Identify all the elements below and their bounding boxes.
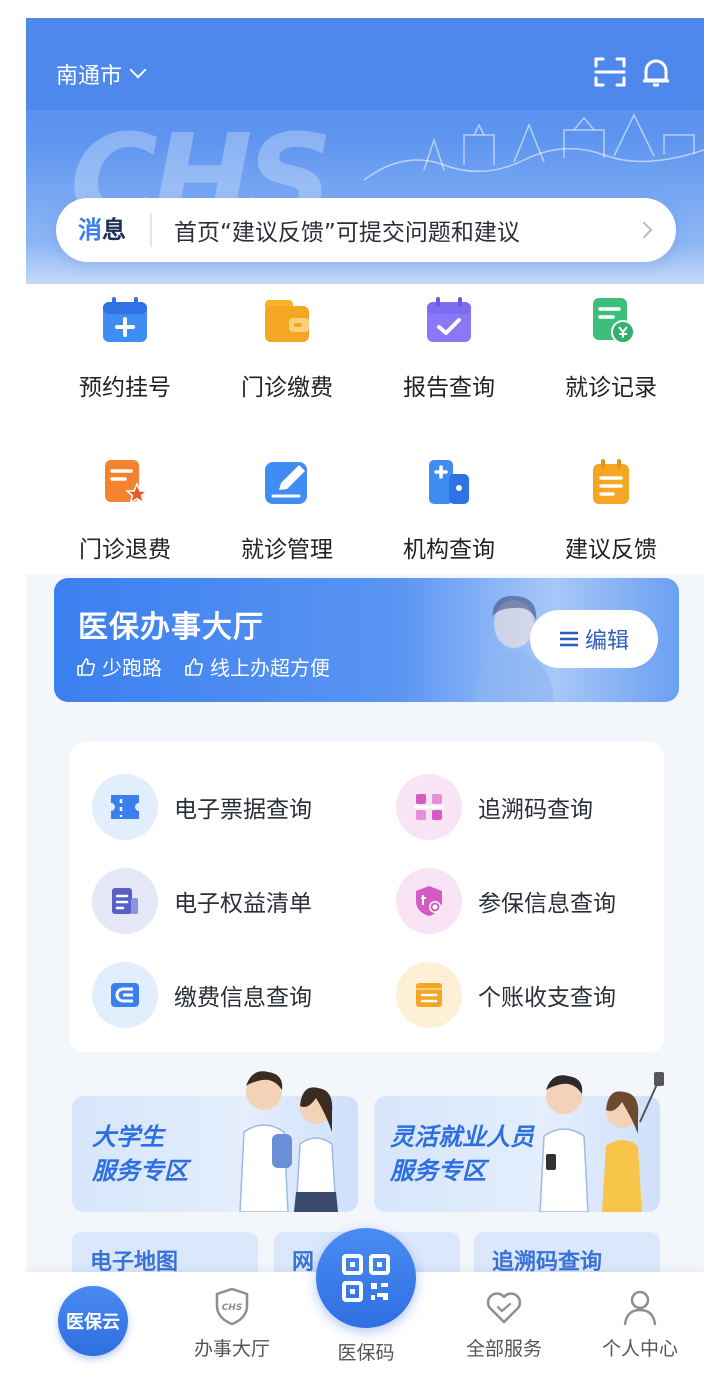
service-hall-banner[interactable]: 医保办事大厅 少跑路 线上办超方便 编辑 (54, 578, 679, 702)
ticket-icon (92, 774, 158, 840)
edit-icon (265, 462, 307, 504)
notice-text: 首页“建议反馈”可提交问题和建议 (174, 220, 520, 246)
trace-code-icon (396, 774, 462, 840)
grid-item-report-query[interactable]: 报告查询 (374, 294, 524, 402)
scan-icon[interactable] (592, 54, 628, 90)
user-icon (623, 1290, 657, 1326)
heart-icon (486, 1292, 522, 1324)
service-label: 电子票据查询 (174, 797, 312, 823)
calendar-plus-icon (103, 297, 147, 342)
list-doc-icon (92, 868, 158, 934)
service-account-balance[interactable]: 个账收支查询 (396, 960, 616, 1030)
svg-text:CHS: CHS (222, 1303, 243, 1313)
grid-label: 就诊记录 (565, 375, 657, 401)
nav-label: 个人中心 (601, 1338, 678, 1360)
grid-item-visit-management[interactable]: 就诊管理 (212, 456, 362, 564)
menu-lines-icon (559, 631, 578, 647)
edit-label: 编辑 (584, 629, 629, 654)
zone-title: 大学生 服务专区 (92, 1120, 188, 1188)
nav-personal-center[interactable]: 个人中心 (580, 1272, 700, 1380)
hall-subtitle: 少跑路 线上办超方便 (76, 652, 330, 681)
grid-item-appointment[interactable]: 预约挂号 (50, 294, 200, 402)
chevron-right-icon (635, 221, 653, 239)
service-trace-code[interactable]: 追溯码查询 (396, 772, 593, 842)
medical-insurance-qr-button[interactable] (316, 1228, 416, 1328)
payment-card-icon (92, 962, 158, 1028)
grid-item-visit-records[interactable]: 就诊记录 (536, 294, 686, 402)
wallet-icon (265, 300, 309, 342)
hall-title: 医保办事大厅 (78, 610, 264, 645)
service-label: 电子权益清单 (174, 891, 312, 917)
grid-item-outpatient-payment[interactable]: 门诊缴费 (212, 294, 362, 402)
workers-illustration (539, 1072, 664, 1212)
service-label: 个账收支查询 (478, 985, 616, 1011)
service-insurance-info[interactable]: 参保信息查询 (396, 866, 616, 936)
zone-title-line1: 灵活就业人员 (390, 1123, 534, 1151)
service-label: 追溯码查询 (478, 797, 593, 823)
grid-label: 机构查询 (403, 537, 495, 563)
nav-cloud-button[interactable]: 医保云 (58, 1286, 128, 1356)
clipboard-icon (593, 459, 629, 504)
function-grid: 预约挂号 门诊缴费 报告查询 就诊记录 门诊退费 就诊管理 机构查询 建议反馈 (26, 284, 704, 574)
grid-label: 报告查询 (403, 375, 495, 401)
edit-button[interactable]: 编辑 (530, 610, 658, 668)
thumbs-up-icon (185, 657, 203, 676)
grid-item-feedback[interactable]: 建议反馈 (536, 456, 686, 564)
insurance-shield-icon (396, 868, 462, 934)
qr-label: 医保码 (337, 1342, 395, 1364)
grid-label: 门诊缴费 (241, 375, 333, 401)
grid-item-institution-query[interactable]: 机构查询 (374, 456, 524, 564)
nav-label: 办事大厅 (193, 1338, 270, 1360)
bell-icon[interactable] (638, 54, 674, 90)
service-label: 缴费信息查询 (174, 985, 312, 1011)
city-label: 南通市 (56, 64, 123, 89)
zone-title-line2: 服务专区 (390, 1157, 486, 1185)
notice-tag-rest: 息 (102, 216, 126, 244)
thumbs-up-icon (77, 657, 95, 676)
shield-chs-icon: CHS (215, 1287, 249, 1326)
notice-tag: 消息 (56, 213, 152, 247)
notice-bar[interactable]: 消息 首页“建议反馈”可提交问题和建议 (56, 198, 676, 262)
flexible-employment-zone[interactable]: 灵活就业人员 服务专区 (374, 1072, 664, 1212)
hall-sub-2: 线上办超方便 (210, 656, 330, 680)
qr-code-icon (342, 1254, 390, 1302)
service-label: 参保信息查询 (478, 891, 616, 917)
calendar-check-icon (427, 297, 471, 342)
city-selector[interactable]: 南通市 (56, 58, 147, 90)
building-icon (429, 460, 469, 504)
service-rights-list[interactable]: 电子权益清单 (92, 866, 312, 936)
nav-label: 全部服务 (465, 1338, 542, 1360)
nav-service-hall[interactable]: CHS 办事大厅 (172, 1272, 292, 1380)
nav-all-services[interactable]: 全部服务 (444, 1272, 564, 1380)
service-payment-info[interactable]: 缴费信息查询 (92, 960, 312, 1030)
notice-tag-first: 消 (78, 216, 102, 244)
services-card: 电子票据查询 追溯码查询 电子权益清单 参保信息查询 缴费信息查询 个账收支查询 (70, 742, 664, 1052)
zone-title-line2: 服务专区 (92, 1157, 188, 1185)
grid-label: 就诊管理 (241, 537, 333, 563)
zone-title-line1: 大学生 (92, 1123, 164, 1151)
student-service-zone[interactable]: 大学生 服务专区 (72, 1071, 358, 1212)
hall-sub-1: 少跑路 (102, 656, 162, 680)
grid-label: 预约挂号 (79, 375, 171, 401)
app-screen: 南通市 CHS 消息 首页“建议反馈”可提交问题和建议 预约挂号 门诊缴费 报告… (26, 18, 704, 1380)
zone-title: 灵活就业人员 服务专区 (390, 1120, 534, 1188)
grid-item-outpatient-refund[interactable]: 门诊退费 (50, 456, 200, 564)
record-yen-icon (593, 298, 635, 344)
grid-label: 门诊退费 (79, 537, 171, 563)
chevron-down-icon (129, 61, 147, 79)
grid-label: 建议反馈 (565, 537, 657, 563)
account-book-icon (396, 962, 462, 1028)
nav-cloud-label: 医保云 (66, 1312, 120, 1333)
refund-doc-icon (105, 460, 150, 505)
city-skyline-illustration (364, 113, 704, 181)
students-illustration (239, 1071, 338, 1212)
service-e-invoice[interactable]: 电子票据查询 (92, 772, 312, 842)
